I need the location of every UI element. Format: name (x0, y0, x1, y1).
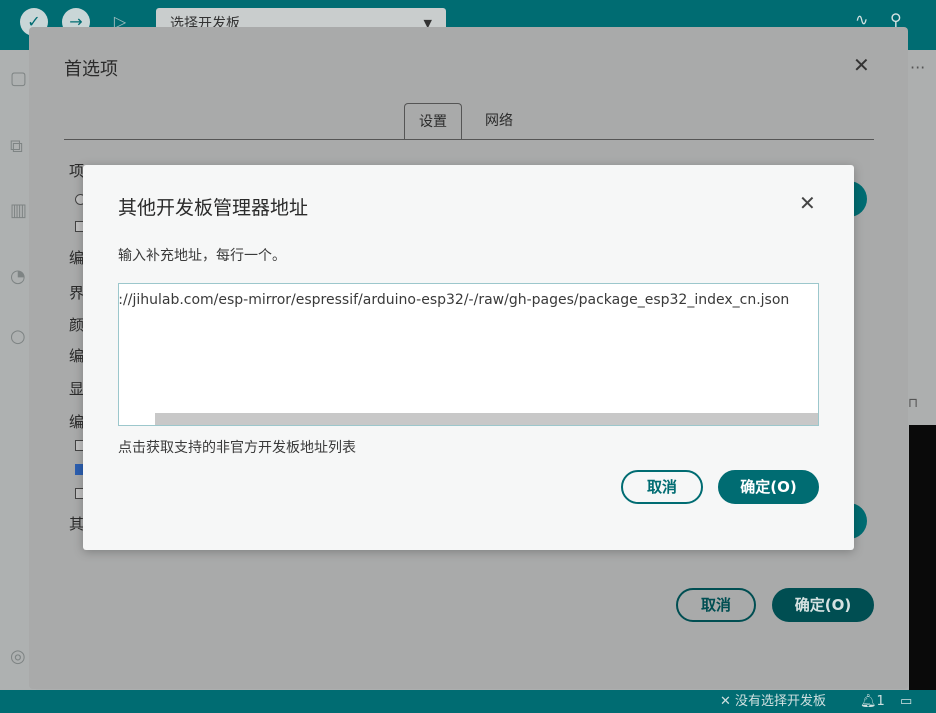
pref-label: 编 (69, 413, 85, 431)
pref-label: 项 (69, 162, 85, 180)
horizontal-scrollbar[interactable] (119, 413, 818, 425)
dialog-description: 输入补充地址，每行一个。 (118, 248, 286, 264)
search-icon[interactable]: ○ (10, 328, 28, 346)
tab-network[interactable]: 网络 (471, 103, 527, 140)
toggle-panel-icon[interactable]: ▭ (900, 690, 912, 713)
status-bar: ✕ 没有选择开发板 🔔︎1 ▭ (0, 690, 936, 713)
preferences-title: 首选项 (64, 59, 118, 80)
more-options-icon[interactable]: ··· (910, 58, 925, 77)
pref-label: 编 (69, 249, 85, 267)
notifications-count: 1 (876, 694, 885, 709)
pref-label: 编 (69, 347, 85, 365)
dialog-title: 其他开发板管理器地址 (118, 197, 309, 219)
lock-icon[interactable]: ⊓ (908, 396, 918, 411)
status-board: ✕ 没有选择开发板 (720, 694, 827, 709)
bell-icon: 🔔︎ (860, 694, 877, 709)
account-icon[interactable]: ◎ (10, 648, 28, 666)
close-icon[interactable]: ✕ (853, 53, 870, 77)
pref-label: 显 (69, 380, 85, 398)
close-icon[interactable]: ✕ (799, 191, 816, 215)
boards-manager-icon[interactable]: ⧉ (10, 138, 28, 156)
tabs-divider (64, 139, 874, 140)
prefs-ok-button[interactable]: 确定(O) (772, 588, 874, 622)
pref-label: 颜 (69, 316, 85, 334)
pref-label: 其 (69, 515, 85, 533)
sketchbook-icon[interactable]: ▢ (10, 70, 28, 88)
pref-label: 界 (69, 284, 85, 302)
tab-settings[interactable]: 设置 (404, 103, 462, 140)
scrollbar-thumb[interactable] (119, 413, 155, 425)
debug-panel-icon[interactable]: ◔ (10, 268, 28, 286)
ok-button[interactable]: 确定(O) (718, 470, 819, 504)
library-manager-icon[interactable]: ▥ (10, 202, 28, 220)
urls-textarea[interactable]: s://jihulab.com/esp-mirror/espressif/ard… (118, 283, 819, 426)
output-panel (909, 425, 936, 690)
unofficial-boards-link[interactable]: 点击获取支持的非官方开发板地址列表 (118, 437, 356, 457)
urls-textarea-value: s://jihulab.com/esp-mirror/espressif/ard… (118, 292, 790, 308)
prefs-cancel-button[interactable]: 取消 (676, 588, 756, 622)
notifications-indicator[interactable]: 🔔︎1 (860, 690, 885, 713)
cancel-button[interactable]: 取消 (621, 470, 703, 504)
additional-urls-dialog: 其他开发板管理器地址 ✕ 输入补充地址，每行一个。 s://jihulab.co… (83, 165, 854, 550)
